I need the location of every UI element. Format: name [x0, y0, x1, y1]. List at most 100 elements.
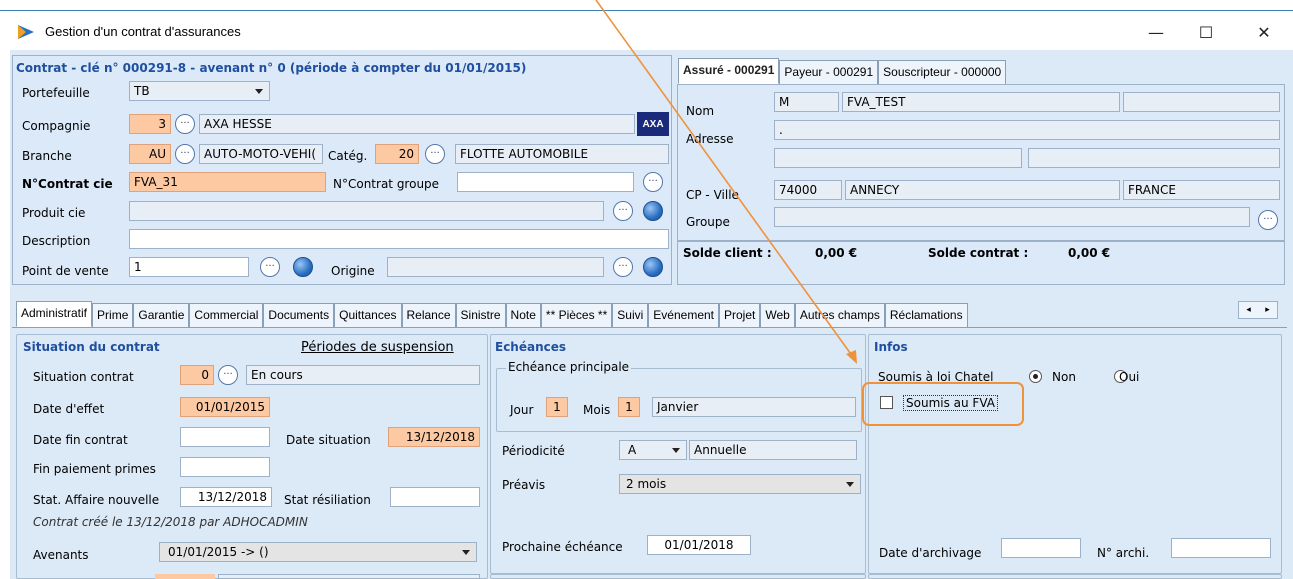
date-effet-label: Date d'effet — [33, 402, 105, 416]
nom-field[interactable]: FVA_TEST — [842, 92, 1120, 112]
compagnie-more-icon[interactable]: ··· — [175, 114, 195, 134]
adresse-label: Adresse — [686, 132, 734, 146]
origine-field[interactable] — [387, 257, 604, 277]
branche-code-field[interactable]: AU — [129, 144, 171, 164]
compagnie-code-field[interactable]: 3 — [129, 114, 171, 134]
archivage-field[interactable] — [1001, 538, 1081, 558]
categ-code-field[interactable]: 20 — [375, 144, 419, 164]
pays-field[interactable]: FRANCE — [1123, 180, 1280, 200]
ncontrat-field[interactable]: FVA_31 — [129, 172, 326, 192]
tab-web[interactable]: Web — [760, 303, 795, 327]
tab-sinistre[interactable]: Sinistre — [455, 303, 506, 327]
groupe-more-icon[interactable]: ··· — [1258, 210, 1278, 230]
periodes-suspension-link[interactable]: Périodes de suspension — [301, 340, 454, 355]
categ-more-icon[interactable]: ··· — [425, 144, 445, 164]
groupe-field[interactable] — [774, 207, 1250, 227]
tab-assure[interactable]: Assuré - 000291 — [678, 58, 780, 84]
stat-affaire-field[interactable]: 13/12/2018 — [180, 487, 272, 507]
tab-prime[interactable]: Prime — [92, 303, 134, 327]
tab-ev-nement[interactable]: Evénement — [648, 303, 719, 327]
avenants-label: Avenants — [33, 548, 89, 562]
ncontrat-groupe-field[interactable] — [457, 172, 634, 192]
eraser-icon[interactable] — [293, 257, 313, 277]
tab-projet[interactable]: Projet — [719, 303, 761, 327]
date-fin-label: Date fin contrat — [33, 433, 128, 447]
next-group-border — [868, 574, 1282, 579]
produit-field[interactable] — [129, 201, 604, 221]
civilite-field[interactable]: M — [774, 92, 839, 112]
tab-quittances[interactable]: Quittances — [334, 303, 402, 327]
tab-souscripteur[interactable]: Souscripteur - 000000 — [878, 60, 1007, 84]
point-vente-field[interactable]: 1 — [129, 257, 249, 277]
echeances-title: Echéances — [495, 340, 567, 354]
groupe-label: Groupe — [686, 215, 730, 229]
date-situation-field[interactable]: 13/12/2018 — [388, 427, 480, 447]
tab-scroll-right-icon[interactable]: ▸ — [1265, 305, 1270, 315]
ncontrat-groupe-label: N°Contrat groupe — [333, 177, 440, 191]
periodicite-name-field[interactable]: Annuelle — [689, 440, 857, 460]
fin-paiement-field[interactable] — [180, 457, 270, 477]
partial-field — [218, 574, 480, 579]
date-fin-field[interactable] — [180, 427, 270, 447]
prochaine-echeance-field[interactable]: 01/01/2018 — [647, 535, 751, 555]
eraser-icon[interactable] — [643, 201, 663, 221]
categ-name-field[interactable]: FLOTTE AUTOMOBILE — [455, 144, 669, 164]
periodicite-select[interactable]: A — [619, 440, 687, 460]
produit-label: Produit cie — [22, 206, 86, 220]
tab-scroll-left-icon[interactable]: ◂ — [1246, 305, 1251, 315]
tab-garantie[interactable]: Garantie — [133, 303, 190, 327]
tab-autres-champs[interactable]: Autres champs — [794, 303, 885, 327]
solde-contrat-value: 0,00 € — [1068, 246, 1111, 260]
branche-name-field[interactable]: AUTO-MOTO-VEHI( — [199, 144, 323, 164]
minimize-button[interactable]: — — [1136, 18, 1176, 46]
adresse-field-3[interactable] — [1028, 148, 1280, 168]
eraser-icon[interactable] — [643, 257, 663, 277]
portefeuille-select[interactable]: TB — [129, 81, 270, 101]
tab-suivi[interactable]: Suivi — [612, 303, 649, 327]
main-tabs: Administratif Prime Garantie Commercial Docu… — [16, 301, 968, 327]
adresse-field-2[interactable] — [774, 148, 1022, 168]
tab-payeur[interactable]: Payeur - 000291 — [779, 60, 879, 84]
tab-relance[interactable]: Relance — [401, 303, 456, 327]
archi-field[interactable] — [1171, 538, 1271, 558]
adresse-field-1[interactable]: . — [774, 120, 1280, 140]
tab-r-clamations[interactable]: Réclamations — [884, 303, 968, 327]
mois-field[interactable]: 1 — [618, 397, 640, 417]
cp-field[interactable]: 74000 — [774, 180, 842, 200]
point-vente-more-icon[interactable]: ··· — [260, 257, 280, 277]
origine-more-icon[interactable]: ··· — [613, 257, 633, 277]
stat-resiliation-field[interactable] — [390, 487, 480, 507]
ville-field[interactable]: ANNECY — [845, 180, 1120, 200]
chatel-oui-label: Oui — [1119, 370, 1140, 384]
ncontrat-groupe-more-icon[interactable]: ··· — [643, 172, 663, 192]
echeance-principale-title: Echéance principale — [506, 360, 632, 374]
mois-label: Mois — [583, 403, 611, 417]
tab-administratif[interactable]: Administratif — [16, 301, 93, 327]
prenom-field[interactable] — [1123, 92, 1280, 112]
date-effet-field[interactable]: 01/01/2015 — [180, 397, 270, 417]
situation-code-field[interactable]: 0 — [180, 365, 214, 385]
tab-pi-ces[interactable]: ** Pièces ** — [540, 303, 613, 327]
maximize-button[interactable]: ☐ — [1186, 18, 1226, 46]
situation-value-field[interactable]: En cours — [246, 365, 480, 385]
mois-name-field[interactable]: Janvier — [652, 397, 856, 417]
cp-ville-label: CP - Ville — [686, 188, 739, 202]
tab-scroll: ◂ ▸ — [1238, 301, 1278, 319]
tab-note[interactable]: Note — [505, 303, 541, 327]
tab-documents[interactable]: Documents — [263, 303, 335, 327]
fva-checkbox[interactable] — [880, 396, 893, 409]
situation-more-icon[interactable]: ··· — [218, 365, 238, 385]
chatel-non-radio[interactable] — [1029, 370, 1042, 383]
tab-commercial[interactable]: Commercial — [189, 303, 264, 327]
chevron-down-icon — [846, 482, 854, 487]
avenants-select[interactable]: 01/01/2015 -> () — [159, 542, 477, 562]
compagnie-name-field[interactable]: AXA HESSE — [199, 114, 635, 134]
close-button[interactable]: ✕ — [1244, 18, 1284, 46]
portefeuille-label: Portefeuille — [22, 86, 90, 100]
produit-more-icon[interactable]: ··· — [613, 201, 633, 221]
preavis-select[interactable]: 2 mois — [619, 474, 861, 494]
branche-more-icon[interactable]: ··· — [175, 144, 195, 164]
next-group-border — [490, 574, 866, 579]
description-field[interactable] — [129, 229, 669, 249]
jour-field[interactable]: 1 — [546, 397, 568, 417]
